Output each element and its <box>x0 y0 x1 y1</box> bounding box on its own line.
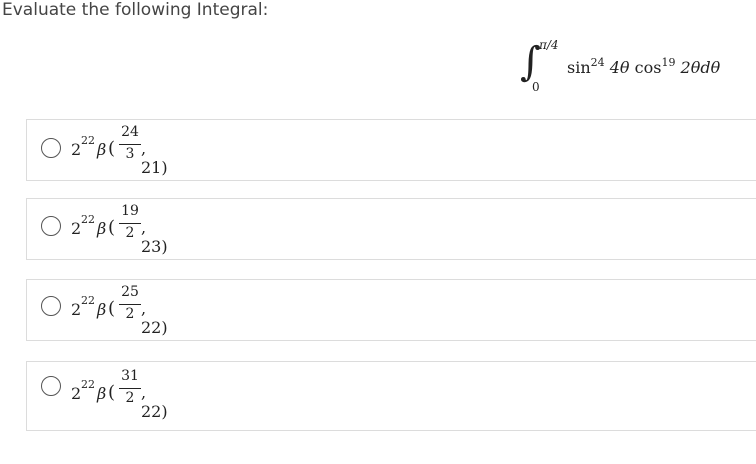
cos-argument: 2θdθ <box>680 58 721 77</box>
option-exponent: 22 <box>81 294 95 307</box>
option-base: 2 <box>71 384 82 403</box>
radio-button-1[interactable] <box>41 138 61 158</box>
fraction-bar <box>119 388 141 389</box>
answer-option-2[interactable]: 2 22 β ( 19 2 , 23) <box>26 198 756 260</box>
option-base: 2 <box>71 219 82 238</box>
left-paren: ( <box>108 138 116 159</box>
beta-symbol: β <box>97 300 107 319</box>
sin-argument: 4θ <box>609 58 630 77</box>
sin-label: sin <box>567 58 591 77</box>
cos-label: cos <box>634 58 662 77</box>
fraction-bar <box>119 144 141 145</box>
option-base: 2 <box>71 140 82 159</box>
radio-button-3[interactable] <box>41 296 61 316</box>
left-paren: ( <box>108 382 116 403</box>
fraction-denominator: 3 <box>125 146 135 162</box>
option-rest: , 22) <box>141 299 168 337</box>
integral-lower-limit: 0 <box>532 80 540 94</box>
answer-option-4[interactable]: 2 22 β ( 31 2 , 22) <box>26 361 756 431</box>
option-exponent: 22 <box>81 134 95 147</box>
option-exponent: 22 <box>81 213 95 226</box>
option-exponent: 22 <box>81 378 95 391</box>
fraction-numerator: 31 <box>121 368 139 384</box>
question-text: Evaluate the following Integral: <box>2 0 269 20</box>
integrand: sin24 4θ cos19 2θdθ <box>567 56 720 77</box>
fraction-bar <box>119 304 141 305</box>
beta-symbol: β <box>97 384 107 403</box>
integral-upper-limit: π/4 <box>539 38 559 52</box>
fraction-numerator: 24 <box>121 124 139 140</box>
answer-option-3[interactable]: 2 22 β ( 25 2 , 22) <box>26 279 756 341</box>
fraction-denominator: 2 <box>125 225 135 241</box>
sin-exponent: 24 <box>590 56 605 69</box>
left-paren: ( <box>108 217 116 238</box>
left-paren: ( <box>108 298 116 319</box>
integral-sign: ∫ <box>520 39 541 85</box>
option-rest: , 23) <box>141 218 168 256</box>
fraction-denominator: 2 <box>125 390 135 406</box>
fraction-numerator: 25 <box>121 284 139 300</box>
option-rest: , 22) <box>141 383 168 421</box>
option-base: 2 <box>71 300 82 319</box>
option-rest: , 21) <box>141 139 168 177</box>
answer-option-1[interactable]: 2 22 β ( 24 3 , 21) <box>26 119 756 181</box>
radio-button-2[interactable] <box>41 216 61 236</box>
fraction-denominator: 2 <box>125 306 135 322</box>
beta-symbol: β <box>97 140 107 159</box>
fraction-numerator: 19 <box>121 203 139 219</box>
beta-symbol: β <box>97 219 107 238</box>
radio-button-4[interactable] <box>41 376 61 396</box>
fraction-bar <box>119 223 141 224</box>
cos-exponent: 19 <box>661 56 676 69</box>
integral-expression: ∫ π/4 0 sin24 4θ cos19 2θdθ <box>520 38 756 98</box>
